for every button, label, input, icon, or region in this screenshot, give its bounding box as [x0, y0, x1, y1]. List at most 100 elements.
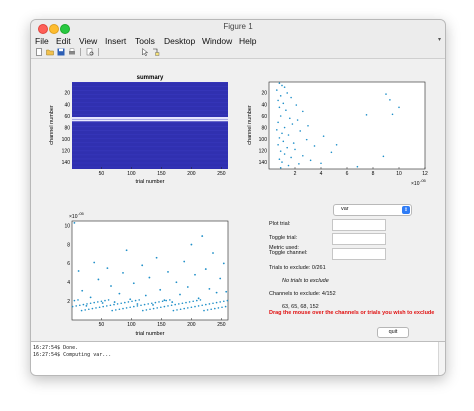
trial-scatter-y-tick-label: 10: [64, 224, 70, 230]
trial-point: [136, 303, 139, 305]
trial-point: [125, 307, 128, 309]
menu-file[interactable]: File: [35, 36, 49, 46]
trial-point: [194, 305, 196, 308]
channel-scatter-x-tick-label: 2: [294, 171, 297, 177]
trial-point: [222, 262, 225, 265]
channel-point: [292, 142, 295, 144]
channel-point: [283, 153, 286, 155]
trial-point: [106, 305, 108, 307]
trial-point: [122, 271, 124, 274]
trial-point: [215, 291, 218, 294]
trial-point: [79, 304, 81, 307]
trial-point: [136, 305, 139, 307]
heatmap-y-tick-label: 80: [64, 125, 70, 131]
edit-plot-arrow-icon[interactable]: [141, 48, 149, 56]
heatmap-x-tick-label: 50: [99, 171, 105, 177]
menu-tools[interactable]: Tools: [135, 36, 155, 46]
trial-scatter-plot[interactable]: 50 100 150 200 250 2 4 6 8 10 ×10 -05 trial numb…: [64, 211, 229, 337]
data-cursor-icon[interactable]: [152, 48, 160, 56]
command-console[interactable]: 16:27:54$ Done. 16:27:54$ Computing var.…: [31, 341, 445, 375]
menu-window[interactable]: Window: [202, 36, 232, 46]
plot-trial-input[interactable]: [332, 219, 386, 231]
quit-button[interactable]: quit: [377, 327, 409, 338]
title-bar[interactable]: Figure 1: [31, 20, 445, 36]
toggle-trial-label: Toggle trial:: [269, 235, 298, 241]
menu-view[interactable]: View: [79, 36, 97, 46]
menu-overflow-icon[interactable]: ▾: [438, 36, 441, 43]
channel-point: [330, 151, 333, 154]
heatmap-row: [72, 130, 228, 131]
console-scrollbar[interactable]: [438, 342, 445, 375]
trial-point: [226, 299, 229, 302]
metric-select[interactable]: var ⇕: [333, 204, 412, 216]
trial-point: [188, 301, 191, 303]
heatmap-y-tick-label: 40: [64, 102, 70, 108]
trial-point: [129, 298, 132, 301]
heatmap-x-tick-label: 150: [157, 171, 166, 177]
toggle-trial-input[interactable]: [332, 233, 386, 245]
heatmap-row: [72, 114, 228, 115]
channel-point: [320, 162, 322, 165]
channel-scatter-plot[interactable]: 2 4 6 8 10 12 20 40 60 80 100 120 140 channel numbe…: [247, 81, 428, 187]
trial-scatter-y-tick-label: 6: [67, 261, 70, 267]
trial-scatter-xlabel: trial number: [135, 331, 164, 337]
heatmap-row: [72, 162, 228, 164]
trial-point: [179, 308, 182, 311]
trial-point: [127, 301, 130, 303]
channel-point: [298, 163, 300, 165]
trial-point: [186, 286, 189, 288]
toolbar-separator: [80, 48, 81, 56]
trial-point: [201, 235, 204, 237]
trial-point: [147, 303, 149, 305]
channel-scatter-x-tick-label: 4: [320, 171, 323, 177]
trial-point: [118, 292, 121, 295]
trial-point: [217, 307, 220, 309]
trial-scatter-y-tick-label: 2: [67, 299, 70, 305]
channel-scatter-y-tick-label: 40: [261, 102, 267, 108]
summary-title: summary: [137, 75, 164, 81]
console-line: 16:27:54$ Done.: [33, 345, 79, 351]
channel-point: [290, 156, 292, 159]
menu-help[interactable]: Help: [239, 36, 256, 46]
channel-scatter-x-tick-label: 6: [346, 171, 349, 177]
menu-edit[interactable]: Edit: [56, 36, 71, 46]
trial-point: [106, 267, 109, 270]
channel-point: [276, 129, 278, 131]
toggle-channel-input[interactable]: [332, 248, 386, 260]
heatmap-background: [72, 82, 228, 169]
trial-scatter-x-tick-label: 200: [187, 322, 196, 328]
heatmap-y-tick-label: 60: [64, 114, 70, 120]
channel-point: [295, 104, 298, 106]
open-file-icon[interactable]: [46, 48, 54, 56]
channel-scatter-y-tick-label: 80: [261, 125, 267, 131]
channel-point: [382, 155, 385, 158]
summary-heatmap[interactable]: summary 50 100 150 200 250 20 40 60 80 100 120 140…: [49, 75, 228, 185]
trial-point: [190, 306, 193, 309]
trial-point: [125, 249, 128, 252]
trial-point: [109, 304, 112, 307]
console-line: 16:27:54$ Computing var...: [33, 352, 112, 358]
trial-point: [197, 305, 200, 307]
new-figure-icon[interactable]: [35, 48, 43, 56]
trial-scatter-x-tick-label: 150: [157, 322, 166, 328]
drag-instruction: Drag the mouse over the channels or tria…: [269, 310, 435, 316]
trial-point: [167, 271, 169, 273]
trial-point: [154, 301, 157, 304]
menu-desktop[interactable]: Desktop: [164, 36, 195, 46]
heatmap-excluded-channel: [72, 119, 228, 122]
trial-point: [212, 302, 214, 305]
menu-insert[interactable]: Insert: [105, 36, 126, 46]
print-preview-icon[interactable]: [86, 48, 94, 56]
window-title: Figure 1: [223, 22, 253, 31]
heatmap-row: [72, 110, 228, 111]
trial-point: [179, 293, 181, 296]
trial-point: [107, 299, 110, 301]
save-icon[interactable]: [57, 48, 65, 56]
channel-point: [279, 150, 282, 152]
heatmap-row: [72, 150, 228, 152]
channel-point: [307, 124, 309, 127]
trial-scatter-exponent-power: -05: [78, 211, 85, 216]
print-icon[interactable]: [68, 48, 76, 56]
trial-point: [75, 305, 77, 307]
trial-point: [152, 307, 155, 310]
